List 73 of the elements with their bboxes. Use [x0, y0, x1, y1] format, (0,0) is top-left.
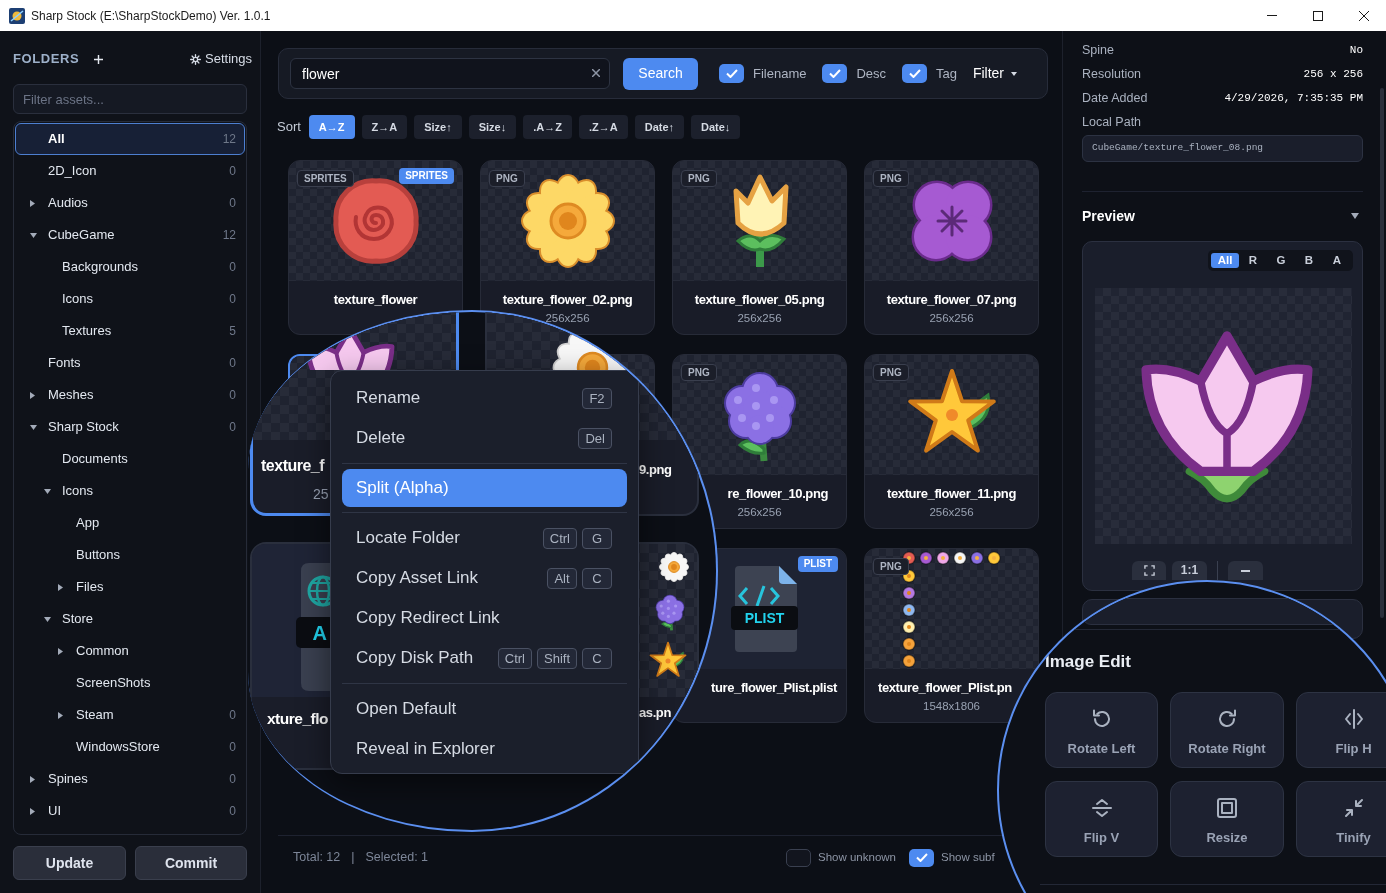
file-type-label: A — [296, 617, 330, 648]
window-title: Sharp Stock (E:\SharpStockDemo) Ver. 1.0.1 — [31, 7, 271, 25]
section-heading: Image Edit — [1045, 652, 1131, 672]
file-name: texture_flower_07.png — [886, 291, 1017, 308]
selected-count: Selected: 1 — [365, 849, 429, 867]
shortcut-key: G — [582, 527, 612, 549]
item-count: 0 — [229, 291, 236, 308]
item-count: 0 — [229, 355, 236, 372]
image-size: 256x256 — [737, 311, 782, 325]
file-name: texture_flower_Plist.pn — [878, 679, 1012, 696]
section-heading: Preview — [1082, 206, 1135, 226]
status-divider: | — [351, 849, 355, 867]
checkbox-label: Filename — [753, 64, 807, 83]
item-count: 0 — [229, 163, 236, 180]
file-name: 9.png — [639, 461, 672, 479]
item-count: 0 — [229, 803, 236, 820]
image-size: 256x256 — [929, 311, 974, 325]
file-name: ture_flower_Plist.plist — [711, 679, 837, 696]
file-name: texture_flower — [333, 291, 418, 308]
sort-label: Sort — [277, 118, 301, 137]
image-size: 256x256 — [929, 505, 974, 519]
item-count: 12 — [222, 131, 236, 148]
checkbox-label: Tag — [936, 64, 958, 83]
file-type-label: PLIST — [731, 606, 798, 630]
detail-label: Date Added — [1082, 89, 1148, 107]
tag-badge: PLIST — [797, 556, 838, 572]
shortcut-key: Shift — [537, 647, 577, 669]
file-name: texture_flower_02.png — [502, 291, 633, 308]
detail-label: Local Path — [1082, 113, 1142, 131]
shortcut-key: Alt — [547, 567, 577, 589]
file-name: texture_flower_11.png — [887, 485, 1016, 502]
file-name: texture_f — [261, 457, 325, 475]
file-type-badge: PNG — [681, 170, 717, 187]
shortcut-key: Ctrl — [497, 647, 532, 669]
item-count: 0 — [229, 707, 236, 724]
file-name: re_flower_10.png — [727, 485, 828, 502]
shortcut-key: F2 — [582, 387, 612, 409]
item-count: 0 — [229, 259, 236, 276]
shortcut-key: Del — [578, 427, 612, 449]
detail-value: 4/29/2026, 7:35:35 PM — [1224, 90, 1363, 106]
detail-value: No — [1349, 42, 1363, 58]
tag-badge: SPRITES — [399, 168, 454, 184]
item-count: 0 — [229, 419, 236, 436]
image-size: 256x256 — [737, 505, 782, 519]
folders-heading: FOLDERS — [13, 50, 80, 69]
file-type-badge: PNG — [873, 558, 909, 575]
image-size: 256x256 — [545, 311, 590, 325]
image-size: 1548x1806 — [923, 699, 980, 713]
detail-value: 256 x 256 — [1303, 66, 1363, 82]
file-name: texture_flower_05.png — [694, 291, 825, 308]
detail-label: Resolution — [1082, 65, 1142, 83]
file-name: as.pn — [639, 704, 671, 722]
item-count: 0 — [229, 195, 236, 212]
detail-label: Spine — [1082, 41, 1114, 59]
file-type-badge: PNG — [489, 170, 525, 187]
file-type-badge: PNG — [873, 170, 909, 187]
file-name: xture_flo — [267, 710, 328, 728]
shortcut-key: C — [582, 647, 612, 669]
item-count: 0 — [229, 771, 236, 788]
image-size: 25 — [313, 486, 329, 503]
shortcut-key: Ctrl — [542, 527, 577, 549]
total-count: Total: 12 — [293, 849, 341, 867]
file-type-badge: PNG — [681, 364, 717, 381]
checkbox-label: Show subf — [941, 849, 995, 865]
item-count: 0 — [229, 387, 236, 404]
item-count: 12 — [222, 227, 236, 244]
file-type-badge: SPRITES — [297, 170, 354, 187]
item-count: 5 — [229, 323, 236, 340]
file-type-badge: PNG — [873, 364, 909, 381]
item-count: 0 — [229, 739, 236, 756]
shortcut-key: C — [582, 567, 612, 589]
checkbox-label: Show unknown — [818, 849, 896, 865]
checkbox-label: Desc — [856, 64, 887, 83]
